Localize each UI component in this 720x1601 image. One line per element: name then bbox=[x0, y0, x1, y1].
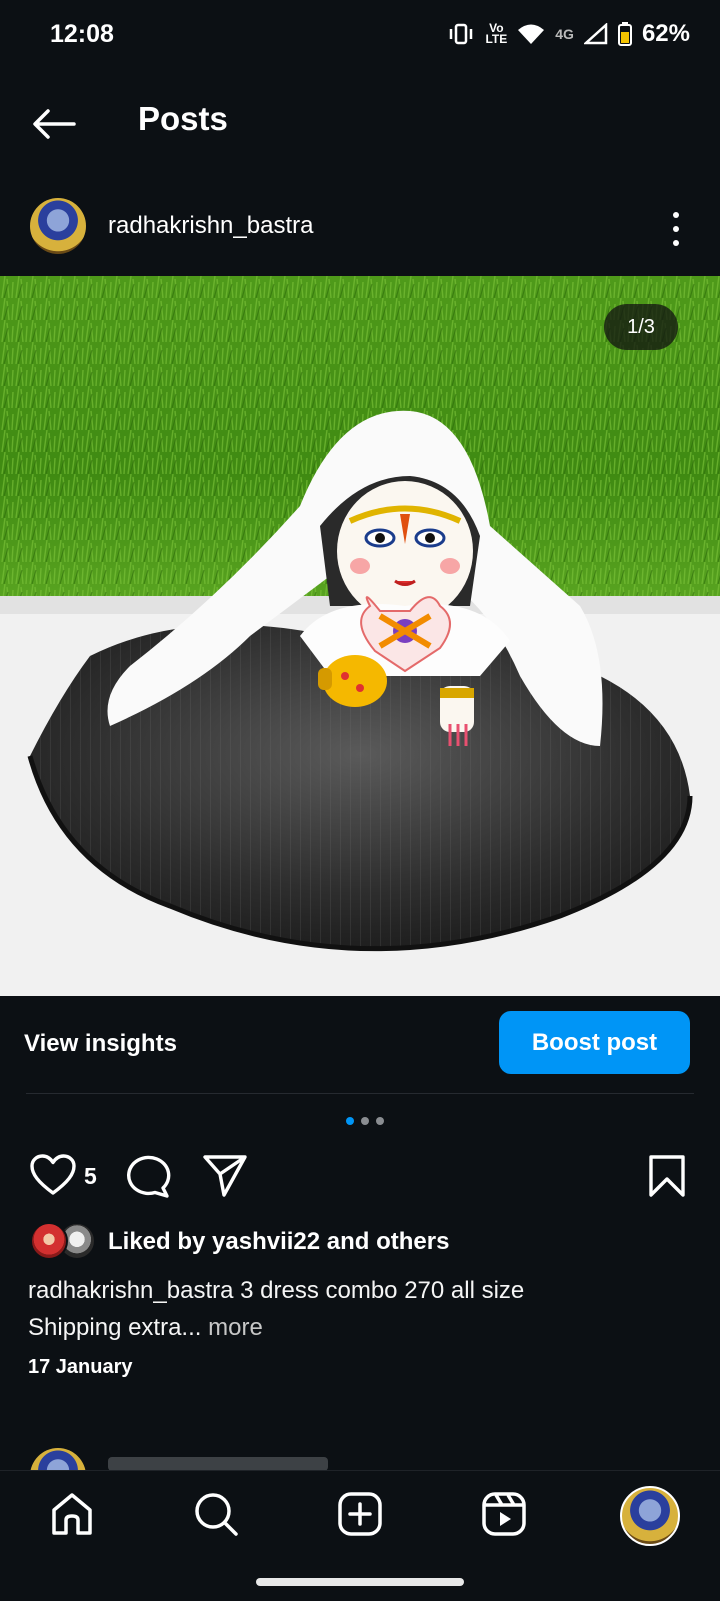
share-button[interactable] bbox=[202, 1154, 248, 1198]
status-icons: Vo LTE 4G 62% bbox=[447, 20, 690, 48]
caption-line2: Shipping extra... bbox=[28, 1314, 202, 1341]
caption-text: 3 dress combo 270 all size bbox=[233, 1277, 525, 1304]
send-icon bbox=[203, 1155, 247, 1197]
volte-bottom: LTE bbox=[485, 32, 508, 46]
back-arrow-icon bbox=[33, 109, 76, 139]
caption-more-link[interactable]: more bbox=[201, 1314, 263, 1341]
save-button[interactable] bbox=[648, 1154, 686, 1198]
next-post-username-placeholder bbox=[108, 1457, 328, 1471]
status-time: 12:08 bbox=[50, 20, 114, 48]
post-date: 17 January bbox=[28, 1356, 133, 1378]
nav-profile-avatar[interactable] bbox=[620, 1486, 680, 1546]
battery-icon bbox=[617, 22, 632, 46]
reels-icon bbox=[482, 1492, 526, 1536]
status-bar: 12:08 Vo LTE 4G 62% bbox=[0, 0, 720, 72]
wifi-icon bbox=[517, 23, 545, 45]
nav-search[interactable] bbox=[192, 1490, 240, 1538]
page-title: Posts bbox=[138, 100, 228, 137]
home-icon bbox=[52, 1493, 92, 1535]
search-icon bbox=[195, 1493, 238, 1536]
caption-username[interactable]: radhakrishn_bastra bbox=[28, 1277, 233, 1304]
nav-create[interactable] bbox=[336, 1490, 384, 1538]
create-icon bbox=[338, 1492, 382, 1536]
like-count[interactable]: 5 bbox=[84, 1163, 97, 1190]
liker-avatar[interactable] bbox=[30, 1222, 68, 1260]
post-username[interactable]: radhakrishn_bastra bbox=[108, 212, 313, 240]
post-caption: radhakrishn_bastra 3 dress combo 270 all… bbox=[28, 1272, 688, 1346]
image-counter: 1/3 bbox=[604, 304, 678, 350]
heart-icon bbox=[30, 1154, 76, 1195]
carousel-dot-active bbox=[346, 1117, 354, 1125]
carousel-dot bbox=[376, 1117, 384, 1125]
view-insights-link[interactable]: View insights bbox=[24, 1030, 177, 1058]
boost-post-button[interactable]: Boost post bbox=[499, 1011, 690, 1074]
comment-icon bbox=[127, 1155, 171, 1198]
post-image[interactable] bbox=[0, 276, 720, 996]
back-button[interactable] bbox=[30, 106, 78, 142]
post-photo-illustration bbox=[0, 276, 720, 996]
liked-by-text[interactable]: Liked by yashvii22 and others bbox=[108, 1228, 449, 1256]
comment-button[interactable] bbox=[125, 1154, 171, 1198]
like-button[interactable] bbox=[30, 1154, 76, 1196]
vibrate-icon bbox=[447, 23, 475, 45]
more-options-icon[interactable] bbox=[672, 212, 680, 246]
home-indicator[interactable] bbox=[256, 1578, 464, 1586]
carousel-indicator bbox=[346, 1117, 384, 1125]
divider bbox=[26, 1093, 694, 1094]
nav-home[interactable] bbox=[48, 1490, 96, 1538]
battery-percent: 62% bbox=[641, 20, 690, 47]
network-type: 4G bbox=[555, 26, 574, 42]
avatar[interactable] bbox=[30, 198, 86, 254]
bookmark-icon bbox=[649, 1155, 685, 1197]
nav-reels[interactable] bbox=[480, 1490, 528, 1538]
carousel-dot bbox=[361, 1117, 369, 1125]
signal-icon bbox=[583, 23, 608, 45]
volte-indicator: Vo LTE bbox=[485, 22, 508, 46]
